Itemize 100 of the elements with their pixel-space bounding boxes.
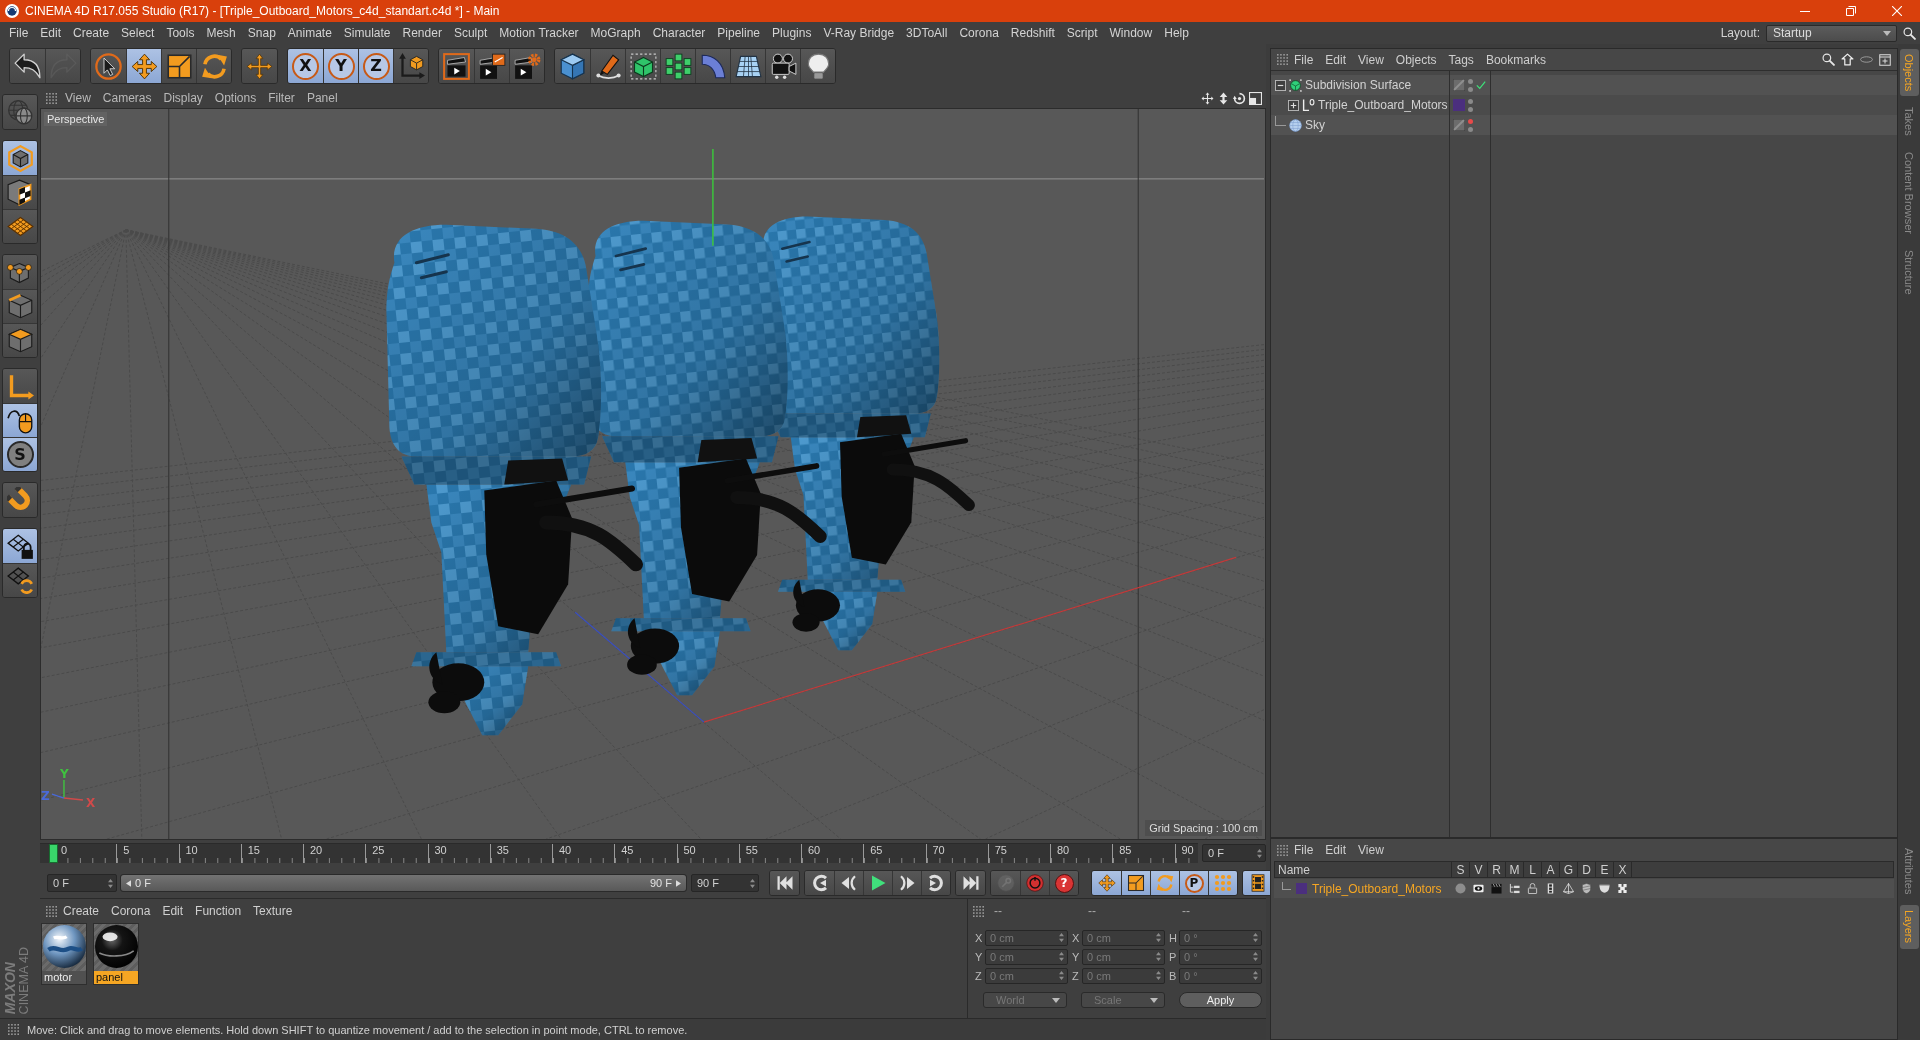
menu-item[interactable]: Sculpt [447,26,494,40]
menu-item[interactable]: Motion Tracker [493,26,585,40]
playhead[interactable] [49,844,58,863]
make-editable-button[interactable] [3,95,37,129]
menu-item[interactable]: View [59,91,97,105]
subdivision-button[interactable] [625,49,660,83]
menu-item[interactable]: Render [396,26,448,40]
menu-item[interactable]: Filter [262,91,301,105]
menu-item[interactable]: Snap [241,26,282,40]
menu-item[interactable]: Objects [1389,52,1443,67]
last-button[interactable] [956,871,985,895]
floor-button[interactable] [730,49,765,83]
render-view-button[interactable] [439,49,474,83]
play-button[interactable] [863,871,892,895]
menu-item[interactable]: Edit [1319,52,1353,67]
menu-item[interactable]: MoGraph [584,26,647,40]
menu-item[interactable]: Help [1158,26,1195,40]
side-tab[interactable]: Layers [1899,905,1919,949]
menu-item[interactable]: Create [67,26,116,40]
x-axis-button[interactable]: X [288,49,323,83]
menu-item[interactable]: Cameras [96,91,158,105]
side-tab[interactable]: Structure [1899,245,1919,300]
side-tab[interactable]: Objects [1899,49,1919,97]
scale-button[interactable] [161,49,196,83]
film-button[interactable] [1243,871,1272,895]
menu-item[interactable]: Edit [34,26,68,40]
menu-item[interactable]: 3DToAll [900,26,954,40]
menu-item[interactable]: Tags [1442,52,1480,67]
coordinate-system-button[interactable] [393,49,428,83]
next-frame-button[interactable] [892,871,921,895]
bend-button[interactable] [695,49,730,83]
first-button[interactable] [770,871,799,895]
polygons-mode-button[interactable] [3,323,37,357]
object-row[interactable]: Subdivision Surface [1271,75,1897,95]
menu-item[interactable]: Character [646,26,712,40]
pen-button[interactable] [590,49,625,83]
menu-item[interactable]: Create [57,904,106,918]
menu-item[interactable]: File [3,26,35,40]
texture-mode-button[interactable] [3,175,37,209]
points-mode-button[interactable] [3,255,37,289]
render-picture-button[interactable] [474,49,509,83]
cloner-button[interactable] [660,49,695,83]
cube-button[interactable] [555,49,590,83]
menu-item[interactable]: View [1352,52,1390,67]
menu-item[interactable]: Redshift [1004,26,1061,40]
layer-row[interactable]: Triple_Outboard_Motors [1274,879,1894,898]
scale-button[interactable] [1121,871,1150,895]
menu-item[interactable]: Options [208,91,263,105]
side-tab[interactable]: Attributes [1899,843,1919,900]
prev-frame-button[interactable] [834,871,863,895]
material-tile[interactable]: motor [41,923,87,985]
rotate-button[interactable] [196,49,231,83]
move-button[interactable] [126,49,161,83]
menu-item[interactable]: Plugins [766,26,818,40]
menu-item[interactable]: Texture [247,904,299,918]
menu-item[interactable]: Tools [160,26,201,40]
menu-item[interactable]: View [1352,843,1390,857]
solo-button[interactable]: S [3,437,37,471]
material-tile[interactable]: panel [93,923,139,985]
light-button[interactable] [800,49,835,83]
menu-item[interactable]: Simulate [337,26,397,40]
menu-item[interactable]: Display [157,91,209,105]
axis-mode-button[interactable] [3,369,37,403]
current-frame-field[interactable]: 0 F [1202,844,1266,862]
menu-item[interactable]: File [1288,843,1320,857]
transform-button[interactable] [242,49,277,83]
layout-dropdown[interactable]: Startup [1766,24,1897,42]
menu-item[interactable]: Function [189,904,248,918]
model-mode-button[interactable] [3,141,37,175]
snap-button[interactable] [3,483,37,517]
render-settings-button[interactable] [509,49,544,83]
start-frame-field[interactable]: 0 F [47,874,117,892]
menu-item[interactable]: Edit [1319,843,1353,857]
live-select-button[interactable] [91,49,126,83]
object-row[interactable]: Triple_Outboard_Motors [1271,95,1897,115]
menu-item[interactable]: V-Ray Bridge [817,26,901,40]
undo-button[interactable] [10,49,45,83]
param-button[interactable]: P [1179,871,1208,895]
tweak-mode-button[interactable] [3,403,37,437]
y-axis-button[interactable]: Y [323,49,358,83]
menu-item[interactable]: Bookmarks [1479,52,1552,67]
menu-item[interactable]: Mesh [200,26,242,40]
edges-mode-button[interactable] [3,289,37,323]
range-slider[interactable]: 0 F 90 F [120,874,687,892]
menu-item[interactable]: Pipeline [711,26,767,40]
rotate-button[interactable] [1150,871,1179,895]
side-tab[interactable]: Content Browser [1899,147,1919,239]
end-frame-field[interactable]: 90 F [691,874,759,892]
next-key-button[interactable] [921,871,950,895]
menu-item[interactable]: Select [115,26,161,40]
prev-key-button[interactable] [805,871,834,895]
z-axis-button[interactable]: Z [358,49,393,83]
workplane-lock-button[interactable] [3,529,37,563]
menu-item[interactable]: Script [1060,26,1104,40]
help-button[interactable]: ? [1049,871,1078,895]
autokey-button[interactable] [1020,871,1049,895]
side-tab[interactable]: Takes [1899,102,1919,142]
workplane-mode-button[interactable] [3,209,37,243]
menu-item[interactable]: Panel [300,91,344,105]
workplane-rotate-button[interactable] [3,563,37,597]
